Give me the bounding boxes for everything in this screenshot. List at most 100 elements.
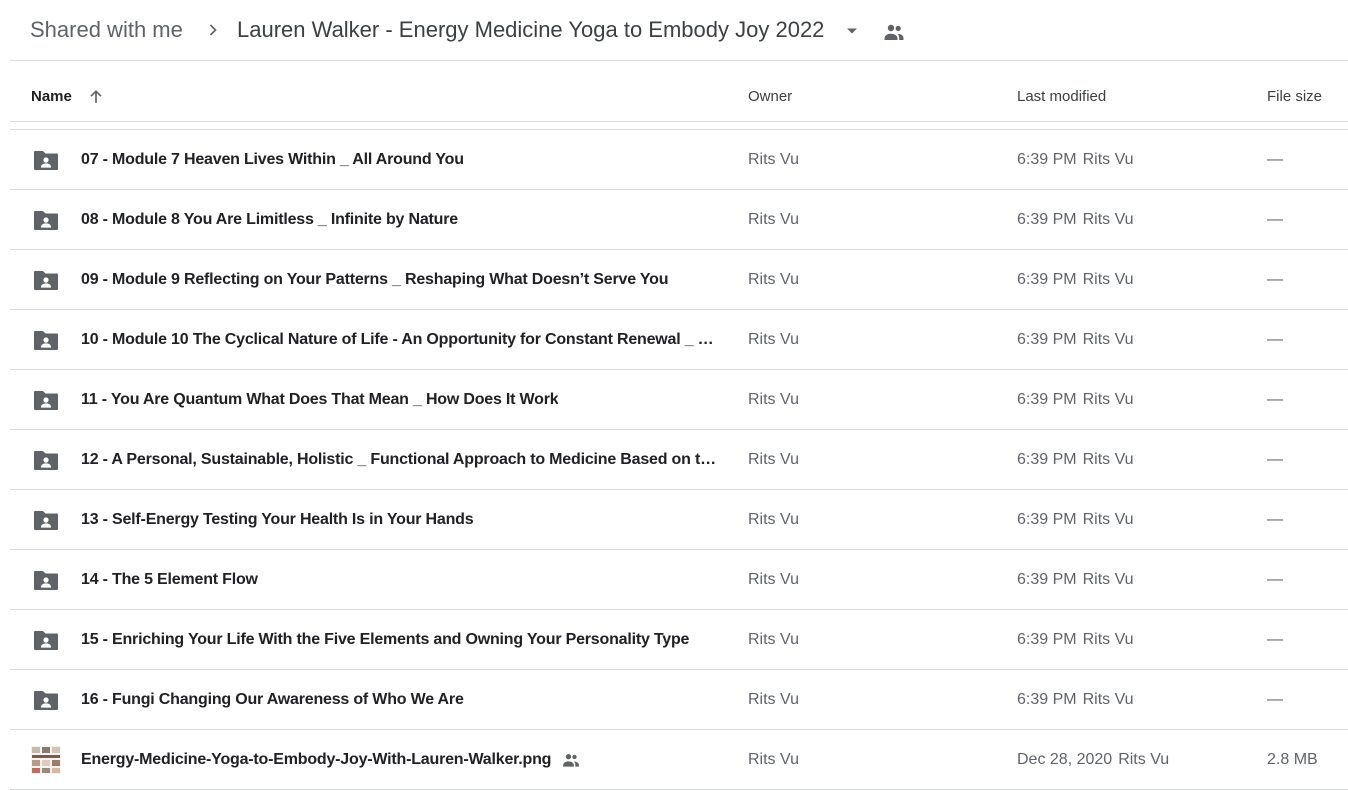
shared-folder-icon bbox=[33, 208, 59, 232]
file-size: — bbox=[1267, 151, 1283, 168]
column-header-file-size[interactable]: File size bbox=[1267, 87, 1322, 107]
file-row[interactable]: 16 - Fungi Changing Our Awareness of Who… bbox=[0, 670, 1348, 730]
column-header-last-modified[interactable]: Last modified bbox=[1017, 87, 1106, 107]
file-row[interactable]: 12 - A Personal, Sustainable, Holistic _… bbox=[0, 430, 1348, 490]
file-owner: Rits Vu bbox=[748, 571, 799, 588]
file-size: — bbox=[1267, 391, 1283, 408]
column-header-divider bbox=[10, 121, 1348, 122]
file-owner: Rits Vu bbox=[748, 691, 799, 708]
modified-date: 6:39 PM bbox=[1017, 271, 1077, 288]
file-size: — bbox=[1267, 271, 1283, 288]
column-header-name[interactable]: Name bbox=[31, 87, 72, 107]
image-thumbnail bbox=[31, 746, 61, 774]
shared-folder-icon bbox=[33, 628, 59, 652]
file-name[interactable]: 09 - Module 9 Reflecting on Your Pattern… bbox=[81, 270, 668, 290]
file-owner: Rits Vu bbox=[748, 451, 799, 468]
chevron-right-icon bbox=[209, 24, 217, 36]
modified-date: 6:39 PM bbox=[1017, 331, 1077, 348]
file-last-modified: 6:39 PM Rits Vu bbox=[1017, 210, 1134, 230]
modified-by: Rits Vu bbox=[1118, 751, 1170, 768]
file-last-modified: 6:39 PM Rits Vu bbox=[1017, 630, 1134, 650]
file-last-modified: 6:39 PM Rits Vu bbox=[1017, 690, 1134, 710]
file-row[interactable]: Energy-Medicine-Yoga-to-Embody-Joy-With-… bbox=[0, 730, 1348, 790]
file-last-modified: 6:39 PM Rits Vu bbox=[1017, 330, 1134, 350]
file-last-modified: 6:39 PM Rits Vu bbox=[1017, 510, 1134, 530]
file-last-modified: 6:39 PM Rits Vu bbox=[1017, 390, 1134, 410]
shared-folder-icon bbox=[33, 568, 59, 592]
modified-by: Rits Vu bbox=[1082, 691, 1134, 708]
file-last-modified: 6:39 PM Rits Vu bbox=[1017, 450, 1134, 470]
file-name[interactable]: 16 - Fungi Changing Our Awareness of Who… bbox=[81, 690, 464, 710]
file-name[interactable]: 07 - Module 7 Heaven Lives Within _ All … bbox=[81, 150, 464, 170]
file-row[interactable]: 09 - Module 9 Reflecting on Your Pattern… bbox=[0, 250, 1348, 310]
caret-down-icon[interactable] bbox=[842, 21, 862, 41]
file-row[interactable]: 08 - Module 8 You Are Limitless _ Infini… bbox=[0, 190, 1348, 250]
file-size: — bbox=[1267, 631, 1283, 648]
column-header-owner[interactable]: Owner bbox=[748, 87, 792, 107]
file-owner: Rits Vu bbox=[748, 211, 799, 228]
breadcrumb-root-link[interactable]: Shared with me bbox=[30, 16, 183, 44]
file-last-modified: Dec 28, 2020 Rits Vu bbox=[1017, 750, 1169, 770]
file-name[interactable]: 08 - Module 8 You Are Limitless _ Infini… bbox=[81, 210, 458, 230]
modified-by: Rits Vu bbox=[1082, 631, 1134, 648]
file-owner: Rits Vu bbox=[748, 331, 799, 348]
file-name[interactable]: 11 - You Are Quantum What Does That Mean… bbox=[81, 390, 558, 410]
shared-folder-icon bbox=[33, 688, 59, 712]
file-row[interactable]: 11 - You Are Quantum What Does That Mean… bbox=[0, 370, 1348, 430]
modified-date: 6:39 PM bbox=[1017, 631, 1077, 648]
file-size: — bbox=[1267, 691, 1283, 708]
file-size: — bbox=[1267, 211, 1283, 228]
shared-folder-icon bbox=[33, 508, 59, 532]
modified-date: 6:39 PM bbox=[1017, 691, 1077, 708]
column-headers: Name Owner Last modified File size bbox=[0, 61, 1348, 121]
file-size: — bbox=[1267, 511, 1283, 528]
file-name[interactable]: 13 - Self-Energy Testing Your Health Is … bbox=[81, 510, 473, 530]
file-row[interactable]: 10 - Module 10 The Cyclical Nature of Li… bbox=[0, 310, 1348, 370]
file-size: — bbox=[1267, 451, 1283, 468]
breadcrumb-current-folder[interactable]: Lauren Walker - Energy Medicine Yoga to … bbox=[237, 16, 824, 44]
arrow-up-icon[interactable] bbox=[86, 87, 106, 107]
file-name[interactable]: 15 - Enriching Your Life With the Five E… bbox=[81, 630, 689, 650]
modified-by: Rits Vu bbox=[1082, 571, 1134, 588]
file-row[interactable]: 14 - The 5 Element Flow Rits Vu 6:39 PM Rit… bbox=[0, 550, 1348, 610]
file-last-modified: 6:39 PM Rits Vu bbox=[1017, 150, 1134, 170]
shared-folder-icon bbox=[33, 148, 59, 172]
modified-by: Rits Vu bbox=[1082, 331, 1134, 348]
file-row[interactable]: 15 - Enriching Your Life With the Five E… bbox=[0, 610, 1348, 670]
modified-by: Rits Vu bbox=[1082, 391, 1134, 408]
modified-by: Rits Vu bbox=[1082, 271, 1134, 288]
file-owner: Rits Vu bbox=[748, 511, 799, 528]
file-owner: Rits Vu bbox=[748, 271, 799, 288]
file-last-modified: 6:39 PM Rits Vu bbox=[1017, 570, 1134, 590]
file-row[interactable]: 13 - Self-Energy Testing Your Health Is … bbox=[0, 490, 1348, 550]
file-last-modified: 6:39 PM Rits Vu bbox=[1017, 270, 1134, 290]
file-name[interactable]: Energy-Medicine-Yoga-to-Embody-Joy-With-… bbox=[81, 750, 551, 770]
modified-date: 6:39 PM bbox=[1017, 391, 1077, 408]
file-row[interactable]: 07 - Module 7 Heaven Lives Within _ All … bbox=[0, 130, 1348, 190]
file-owner: Rits Vu bbox=[748, 631, 799, 648]
modified-by: Rits Vu bbox=[1082, 451, 1134, 468]
file-owner: Rits Vu bbox=[748, 391, 799, 408]
modified-date: 6:39 PM bbox=[1017, 151, 1077, 168]
modified-by: Rits Vu bbox=[1082, 151, 1134, 168]
people-icon bbox=[561, 750, 581, 770]
file-name[interactable]: 12 - A Personal, Sustainable, Holistic _… bbox=[81, 450, 721, 470]
file-name[interactable]: 10 - Module 10 The Cyclical Nature of Li… bbox=[81, 330, 721, 350]
modified-date: 6:39 PM bbox=[1017, 451, 1077, 468]
shared-folder-icon bbox=[33, 268, 59, 292]
modified-by: Rits Vu bbox=[1082, 511, 1134, 528]
people-icon[interactable] bbox=[882, 20, 906, 44]
modified-date: Dec 28, 2020 bbox=[1017, 751, 1113, 768]
modified-date: 6:39 PM bbox=[1017, 511, 1077, 528]
shared-folder-icon bbox=[33, 388, 59, 412]
file-owner: Rits Vu bbox=[748, 751, 799, 768]
file-size: — bbox=[1267, 571, 1283, 588]
file-list: 07 - Module 7 Heaven Lives Within _ All … bbox=[0, 130, 1348, 790]
shared-folder-icon bbox=[33, 328, 59, 352]
modified-date: 6:39 PM bbox=[1017, 211, 1077, 228]
breadcrumb: Shared with me Lauren Walker - Energy Me… bbox=[0, 0, 1348, 60]
file-owner: Rits Vu bbox=[748, 151, 799, 168]
modified-date: 6:39 PM bbox=[1017, 571, 1077, 588]
modified-by: Rits Vu bbox=[1082, 211, 1134, 228]
file-name[interactable]: 14 - The 5 Element Flow bbox=[81, 570, 258, 590]
